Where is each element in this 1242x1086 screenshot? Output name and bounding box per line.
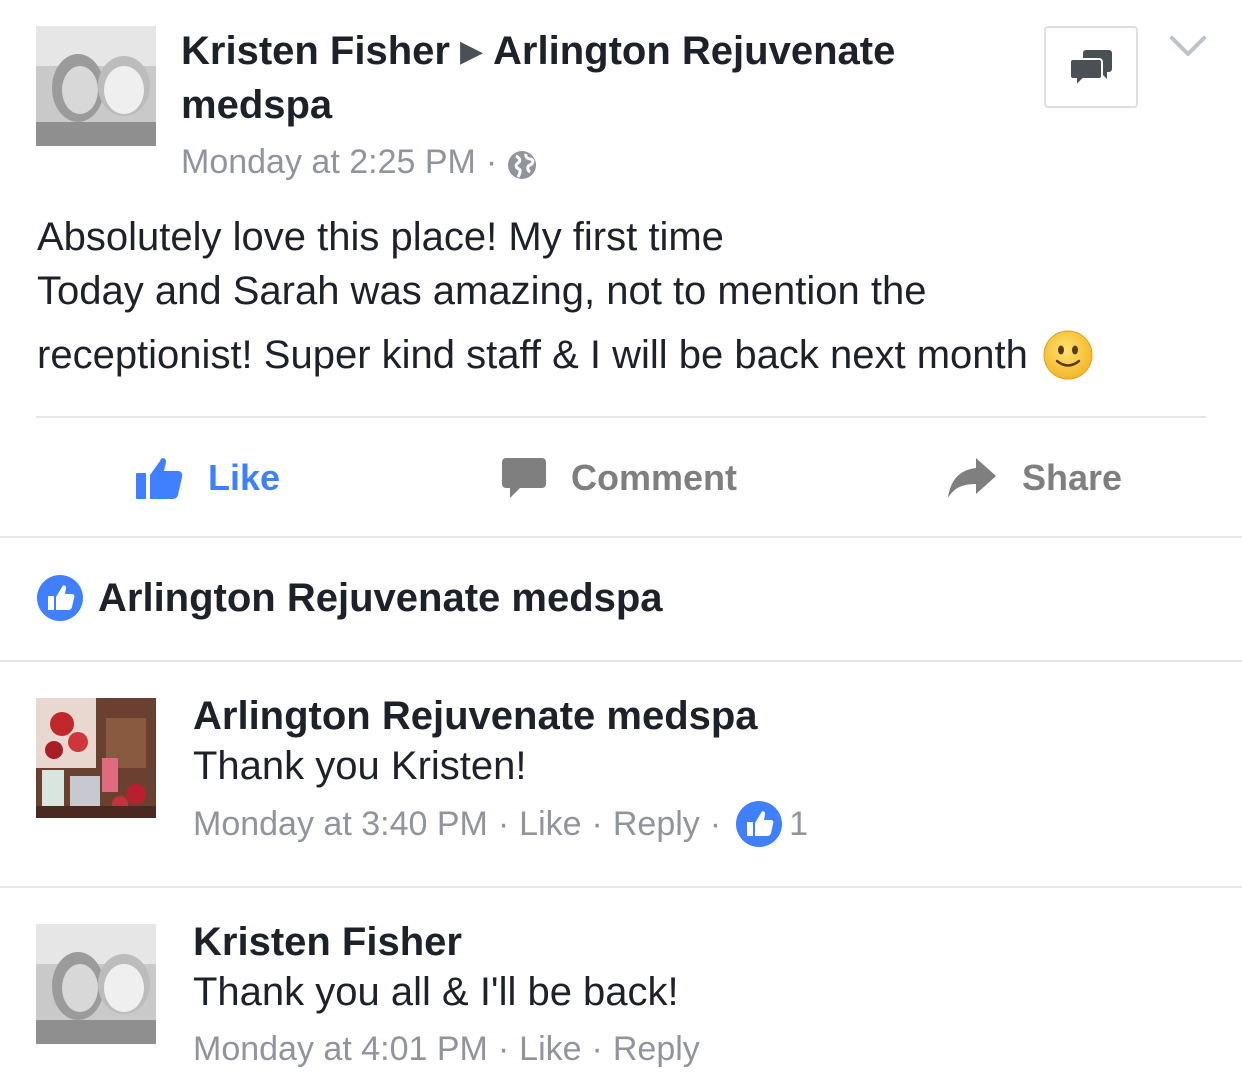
divider <box>0 536 1242 538</box>
comment-label: Comment <box>571 457 738 498</box>
share-button[interactable]: Share <box>946 448 1122 508</box>
meta-separator: · <box>485 143 498 181</box>
globe-icon <box>507 147 537 179</box>
post-header-title: Kristen Fisher ▶ Arlington Rejuvenate meds… <box>181 26 1031 130</box>
post-text: Absolutely love this place! My first tim… <box>37 210 1217 382</box>
chat-bubbles-icon <box>1069 50 1112 87</box>
meta-separator: · <box>497 1030 510 1068</box>
comment-like-link[interactable]: Like <box>519 1026 581 1072</box>
divider <box>36 416 1206 418</box>
reaction-count[interactable]: 1 <box>789 801 808 847</box>
comment-text: Thank you Kristen! <box>193 744 527 788</box>
meta-separator: · <box>591 805 603 843</box>
meta-separator: · <box>709 805 722 843</box>
thumbs-up-icon <box>136 458 183 499</box>
message-button[interactable] <box>1044 26 1138 108</box>
comment-timestamp[interactable]: Monday at 4:01 PM <box>193 1026 488 1072</box>
comment-text: Thank you all & I'll be back! <box>193 970 679 1014</box>
post-meta: Monday at 2:25 PM · <box>181 140 537 184</box>
comment-meta: Monday at 3:40 PM · Like · Reply · 1 <box>193 800 808 848</box>
meta-separator: · <box>497 805 510 843</box>
post-text-line: Today and Sarah was amazing, not to ment… <box>37 269 927 313</box>
comment-author[interactable]: Arlington Rejuvenate medspa <box>193 692 808 740</box>
divider <box>0 660 1242 662</box>
author-avatar[interactable] <box>36 26 156 146</box>
comment-reply-link[interactable]: Reply <box>613 1026 700 1072</box>
comment-timestamp[interactable]: Monday at 3:40 PM <box>193 801 488 847</box>
likes-summary[interactable]: Arlington Rejuvenate medspa <box>36 574 663 622</box>
comment-like-link[interactable]: Like <box>519 801 581 847</box>
likes-name: Arlington Rejuvenate medspa <box>98 575 663 620</box>
comment-avatar[interactable] <box>36 924 156 1044</box>
share-label: Share <box>1022 457 1123 498</box>
post-text-line: Absolutely love this place! My first tim… <box>37 215 724 259</box>
like-badge-icon <box>37 575 83 621</box>
post-text-line: receptionist! Super kind staff & I will … <box>37 328 1217 382</box>
comment-author[interactable]: Kristen Fisher <box>193 918 700 966</box>
comment-button[interactable]: Comment <box>501 448 737 508</box>
post-timestamp[interactable]: Monday at 2:25 PM <box>181 140 476 184</box>
post-text-line-content: receptionist! Super kind staff & I will … <box>37 333 1028 377</box>
comment-reply-link[interactable]: Reply <box>613 801 700 847</box>
meta-separator: · <box>591 1030 603 1068</box>
divider <box>0 886 1242 888</box>
comment: Arlington Rejuvenate medspa Thank you Kr… <box>193 692 808 848</box>
comment-meta: Monday at 4:01 PM · Like · Reply <box>193 1026 700 1072</box>
like-button[interactable]: Like <box>134 448 280 508</box>
like-reaction-icon[interactable] <box>735 800 783 848</box>
chevron-down-icon[interactable] <box>1168 32 1208 62</box>
comment: Kristen Fisher Thank you all & I'll be b… <box>193 918 700 1072</box>
share-arrow-icon <box>948 458 996 498</box>
like-label: Like <box>208 457 281 498</box>
comment-avatar[interactable] <box>36 698 156 818</box>
shared-to-arrow-icon: ▶ <box>459 35 484 68</box>
smiley-emoji-icon <box>1042 329 1094 381</box>
comment-icon <box>502 458 546 498</box>
post-author-name[interactable]: Kristen Fisher <box>181 29 450 73</box>
